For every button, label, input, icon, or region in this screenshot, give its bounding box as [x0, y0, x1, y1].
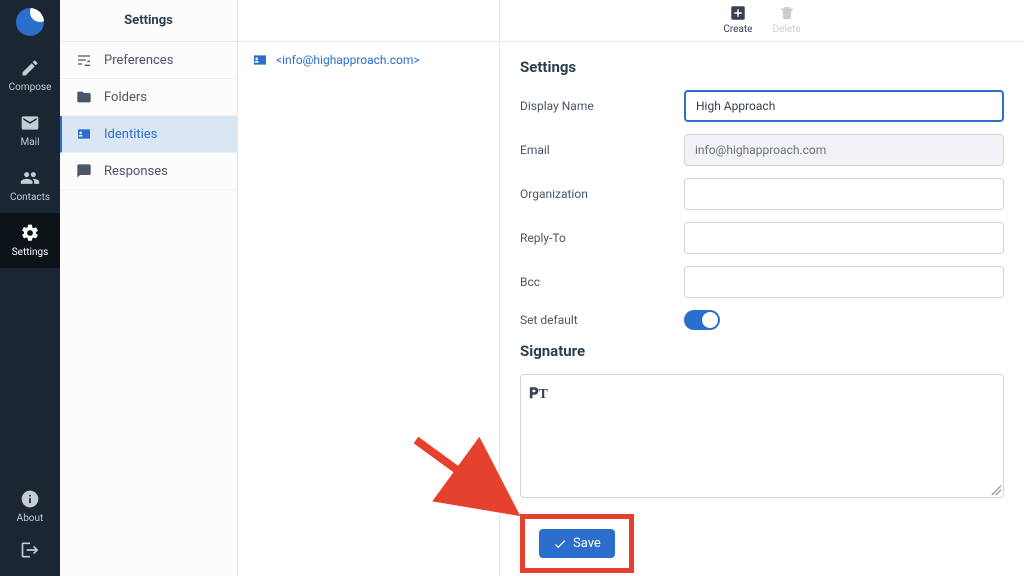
nav-rail: Compose Mail Contacts Settings About — [0, 0, 60, 576]
settings-item-label: Folders — [104, 90, 147, 105]
trash-icon — [778, 4, 796, 22]
save-button[interactable]: Save — [539, 529, 615, 558]
id-card-icon — [76, 126, 92, 142]
sliders-icon — [76, 52, 92, 68]
contacts-icon — [20, 168, 40, 188]
plus-square-icon — [729, 4, 747, 22]
settings-item-label: Identities — [104, 127, 157, 142]
save-button-label: Save — [573, 536, 601, 551]
create-button[interactable]: Create — [723, 4, 752, 35]
check-icon — [553, 537, 567, 551]
settings-item-label: Responses — [104, 164, 168, 179]
save-highlight-annotation: Save — [520, 514, 634, 573]
set-default-label: Set default — [520, 313, 684, 327]
settings-item-responses[interactable]: Responses — [60, 153, 237, 190]
organization-input[interactable] — [684, 178, 1004, 210]
logout-icon — [20, 540, 40, 560]
text-format-icon[interactable]: 𝐏T — [529, 387, 548, 402]
settings-item-preferences[interactable]: Preferences — [60, 42, 237, 79]
content-toolbar: Create Delete — [500, 0, 1024, 42]
id-card-icon — [252, 52, 268, 68]
nav-mail-label: Mail — [20, 137, 39, 148]
identity-row[interactable]: <info@highapproach.com> — [238, 42, 499, 78]
folder-icon — [76, 89, 92, 105]
signature-editor[interactable]: 𝐏T — [520, 374, 1004, 498]
identity-email: <info@highapproach.com> — [276, 53, 420, 67]
comment-icon — [76, 163, 92, 179]
app-logo — [16, 8, 44, 36]
set-default-toggle[interactable] — [684, 310, 720, 330]
nav-compose[interactable]: Compose — [0, 48, 60, 103]
create-label: Create — [723, 24, 752, 35]
nav-about-label: About — [17, 513, 44, 524]
organization-label: Organization — [520, 187, 684, 201]
compose-icon — [20, 58, 40, 78]
nav-contacts-label: Contacts — [10, 192, 50, 203]
nav-mail[interactable]: Mail — [0, 103, 60, 158]
mail-icon — [20, 113, 40, 133]
settings-menu: Settings Preferences Folders Identities … — [60, 0, 238, 576]
email-input — [684, 134, 1004, 166]
identities-list: <info@highapproach.com> — [238, 0, 500, 576]
display-name-input[interactable] — [684, 90, 1004, 122]
identity-form: Settings Display Name Email Organization… — [500, 42, 1024, 576]
resize-handle[interactable] — [991, 485, 1001, 495]
delete-label: Delete — [772, 24, 800, 35]
nav-about[interactable]: About — [0, 481, 60, 532]
reply-to-input[interactable] — [684, 222, 1004, 254]
info-icon — [20, 489, 40, 509]
display-name-label: Display Name — [520, 99, 684, 113]
delete-button: Delete — [772, 4, 800, 35]
content-pane: Create Delete Settings Display Name Emai… — [500, 0, 1024, 576]
identities-list-header — [238, 0, 499, 42]
email-label: Email — [520, 143, 684, 157]
section-settings-title: Settings — [520, 58, 1004, 76]
nav-logout[interactable] — [0, 532, 60, 568]
settings-item-folders[interactable]: Folders — [60, 79, 237, 116]
settings-item-identities[interactable]: Identities — [60, 116, 237, 153]
bcc-label: Bcc — [520, 275, 684, 289]
settings-menu-title: Settings — [60, 0, 237, 42]
nav-settings-label: Settings — [12, 247, 49, 258]
settings-item-label: Preferences — [104, 53, 173, 68]
bcc-input[interactable] — [684, 266, 1004, 298]
settings-icon — [20, 223, 40, 243]
nav-compose-label: Compose — [9, 82, 52, 93]
reply-to-label: Reply-To — [520, 231, 684, 245]
section-signature-title: Signature — [520, 342, 1004, 360]
nav-settings[interactable]: Settings — [0, 213, 60, 268]
nav-contacts[interactable]: Contacts — [0, 158, 60, 213]
